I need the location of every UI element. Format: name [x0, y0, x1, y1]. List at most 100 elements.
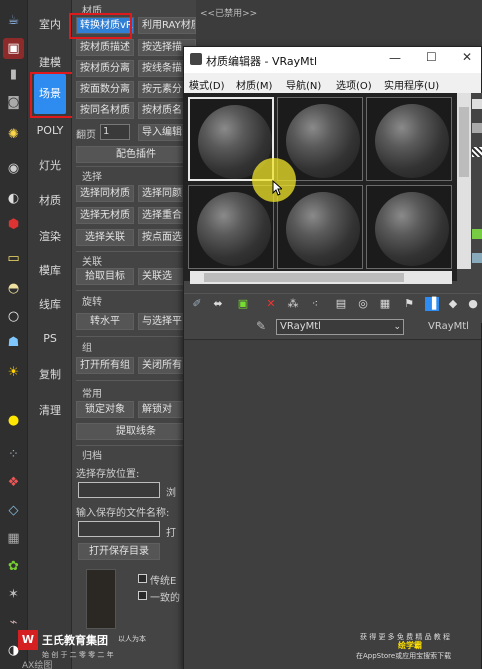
eyedropper-icon[interactable]: ✎ [256, 319, 266, 333]
menu-mode[interactable]: 模式(D) [189, 77, 225, 92]
material-name-field[interactable]: VRayMtl ⌄ [276, 319, 404, 335]
menu-navigate[interactable]: 导航(N) [286, 77, 321, 92]
category-line-lib[interactable]: 线库 [28, 296, 72, 312]
render-icon[interactable]: ▣ [3, 38, 24, 59]
category-indoor[interactable]: 室内 [28, 16, 72, 32]
category-ps[interactable]: PS [28, 332, 72, 345]
consistent-checkbox[interactable] [138, 591, 147, 600]
disc-icon[interactable]: ○ [3, 306, 24, 327]
category-copy[interactable]: 复制 [28, 366, 72, 382]
sample-slots [184, 93, 457, 281]
get-material-icon[interactable]: ✐ [190, 297, 204, 311]
copy-material-icon[interactable]: ⁂ [286, 297, 300, 311]
minimize-icon[interactable]: — [389, 51, 401, 65]
reset-icon[interactable]: ✕ [264, 297, 278, 311]
material-slot[interactable] [366, 185, 452, 269]
assign-to-selection-icon[interactable]: ▣ [236, 297, 250, 311]
category-material[interactable]: 材质 [28, 192, 72, 208]
atoms-icon[interactable]: ❖ [3, 472, 24, 493]
divider [76, 290, 194, 291]
sample-type-icon[interactable] [472, 99, 482, 109]
select-same-material-button[interactable]: 选择同材质 [76, 185, 134, 202]
put-to-library-icon[interactable]: ▤ [334, 297, 348, 311]
by-material-desc-button[interactable]: 按材质描述 [76, 39, 134, 56]
open-save-dir-button[interactable]: 打开保存目录 [78, 543, 160, 560]
material-slot[interactable] [366, 97, 452, 181]
pick-target-button[interactable]: 拾取目标 [76, 268, 134, 285]
category-poly[interactable]: POLY [28, 124, 72, 137]
teapot-icon[interactable]: ☕ [3, 10, 24, 31]
yellow-sphere-icon[interactable]: ● [3, 410, 24, 431]
category-model-lib[interactable]: 模库 [28, 262, 72, 278]
mesh-icon[interactable]: ◇ [3, 500, 24, 521]
material-slot[interactable] [277, 185, 363, 269]
by-same-name-button[interactable]: 按同名材质 [76, 102, 134, 119]
browse-button[interactable]: 浏 [166, 484, 176, 499]
page-spinner[interactable]: 1 [100, 124, 130, 140]
close-icon[interactable]: ✕ [462, 50, 472, 64]
filename-field[interactable] [78, 521, 160, 537]
go-forward-icon[interactable]: ◆ [446, 297, 460, 311]
menu-material[interactable]: 材质(M) [236, 77, 272, 92]
lock-object-button[interactable]: 锁定对象 [76, 401, 134, 418]
sphere-light-icon[interactable]: ◐ [3, 188, 24, 209]
show-end-result-icon[interactable]: ⚑ [402, 297, 416, 311]
hf-icon[interactable]: ✶ [3, 584, 24, 605]
slots-horizontal-scrollbar[interactable] [190, 271, 452, 284]
put-to-scene-icon[interactable]: ⬌ [211, 297, 225, 311]
video-check-icon[interactable] [472, 229, 482, 239]
use-vray-material-button[interactable]: 利用RAY材质 [138, 17, 196, 34]
teapot-blue-icon[interactable]: ☗ [3, 332, 24, 353]
plane-icon[interactable]: ▭ [3, 248, 24, 269]
backlight-icon[interactable] [472, 123, 482, 133]
by-face-split-button[interactable]: 按面数分离 [76, 81, 134, 98]
to-horizontal-button[interactable]: 转水平 [76, 313, 134, 330]
maximize-icon[interactable]: ☐ [426, 50, 437, 64]
pick-from-object-icon[interactable]: ● [466, 297, 480, 311]
legacy-checkbox[interactable] [138, 574, 147, 583]
bottle-icon[interactable]: ▮ [3, 64, 24, 85]
preview-icon[interactable] [472, 253, 482, 263]
icon-toolbar: ☕ ▣ ▮ ◙ ✺ ◉ ◐ ⬢ ▭ ◓ ○ ☗ ☀ ● ⁘ ❖ ◇ ▦ ✿ ✶ … [0, 0, 28, 669]
save-location-field[interactable] [78, 482, 160, 498]
menu-options[interactable]: 选项(O) [336, 77, 372, 92]
particles-icon[interactable]: ⁘ [3, 444, 24, 465]
show-shaded-icon[interactable]: ▦ [378, 297, 392, 311]
grid-icon[interactable]: ▦ [3, 528, 24, 549]
sun-icon[interactable]: ☀ [3, 362, 24, 383]
material-type-button[interactable]: VRayMtl [428, 321, 469, 332]
select-related-button[interactable]: 选择关联 [76, 229, 134, 246]
page-label: 翻页 [76, 130, 96, 141]
open-button[interactable]: 打 [166, 524, 176, 539]
category-light[interactable]: 灯光 [28, 157, 72, 173]
make-unique-icon[interactable]: ⁖ [308, 297, 322, 311]
scroll-thumb[interactable] [204, 273, 404, 282]
open-all-groups-button[interactable]: 打开所有组 [76, 357, 134, 374]
category-clean[interactable]: 清理 [28, 402, 72, 418]
color-plugin-button[interactable]: 配色插件 [76, 146, 196, 163]
material-editor-window: 材质编辑器 - VRayMtl — ☐ ✕ 模式(D) 材质(M) 导航(N) … [183, 46, 482, 669]
select-no-material-button[interactable]: 选择无材质 [76, 207, 134, 224]
save-location-label: 选择存放位置: [76, 469, 140, 480]
category-modeling[interactable]: 建模 [28, 54, 72, 70]
material-id-icon[interactable]: ◎ [356, 297, 370, 311]
extract-lines-button[interactable]: 提取线条 [76, 423, 196, 440]
chevron-down-icon[interactable]: ⌄ [393, 320, 401, 334]
by-material-split-button[interactable]: 按材质分离 [76, 60, 134, 77]
dome-icon[interactable]: ◓ [3, 278, 24, 299]
slots-vertical-scrollbar[interactable] [457, 93, 471, 269]
projector-icon[interactable]: ◉ [3, 158, 24, 179]
menu-utilities[interactable]: 实用程序(U) [384, 77, 439, 92]
scroll-thumb[interactable] [459, 107, 469, 177]
camera-icon[interactable]: ◙ [3, 92, 24, 113]
go-to-parent-icon[interactable]: ▐ [425, 297, 439, 311]
category-render[interactable]: 渲染 [28, 228, 72, 244]
plant-icon[interactable]: ✿ [3, 556, 24, 577]
checker-icon[interactable] [472, 147, 482, 157]
disabled-status: <<已禁用>> [200, 9, 258, 19]
divider [76, 166, 194, 167]
light-bulb-icon[interactable]: ✺ [3, 124, 24, 145]
divider [76, 445, 194, 446]
material-sphere [286, 104, 360, 178]
helper-icon[interactable]: ⬢ [3, 214, 24, 235]
